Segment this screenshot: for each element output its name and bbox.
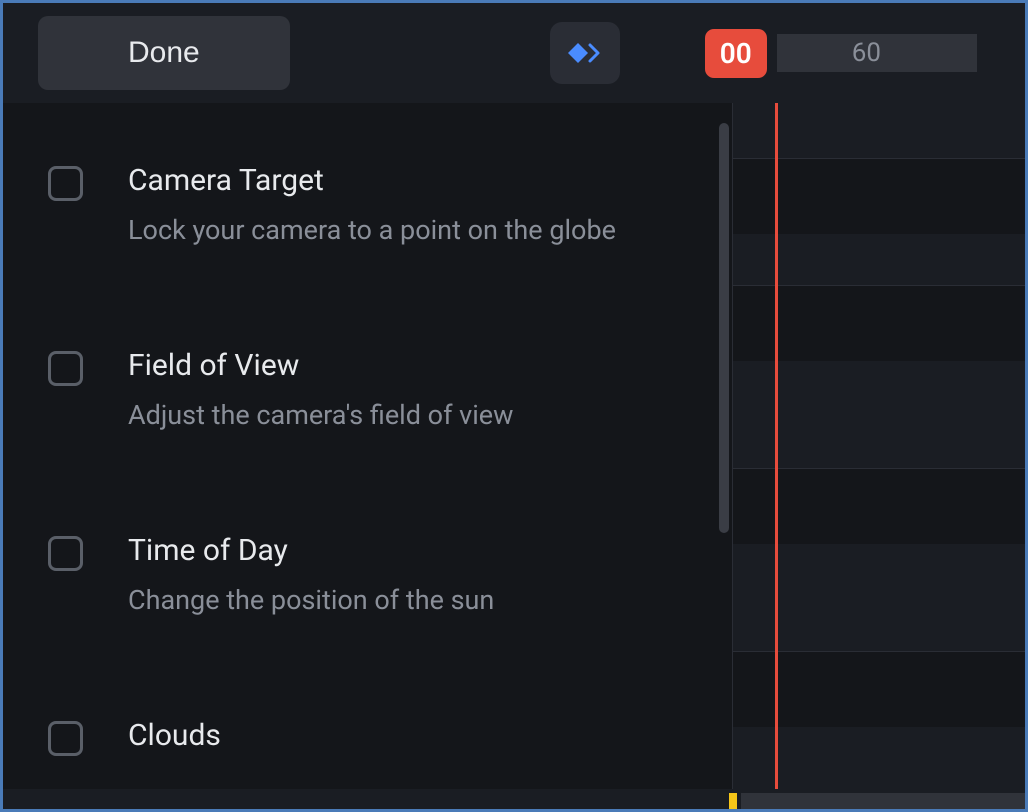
option-clouds: Clouds [48, 718, 687, 768]
footer-scrollbar[interactable] [741, 793, 1025, 809]
option-desc: Change the position of the sun [128, 583, 687, 618]
keyframe-button[interactable] [550, 22, 620, 84]
option-title: Time of Day [128, 533, 687, 568]
time-tick-60: 60 [852, 38, 881, 68]
time-current-marker[interactable]: 00 [705, 29, 767, 78]
playhead[interactable] [775, 103, 778, 789]
checkbox-camera-target[interactable] [48, 166, 83, 201]
option-desc: Adjust the camera's field of view [128, 398, 687, 433]
option-text: Field of View Adjust the camera's field … [128, 348, 687, 433]
scrollbar[interactable] [719, 123, 729, 533]
option-text: Camera Target Lock your camera to a poin… [128, 163, 687, 248]
checkbox-time-of-day[interactable] [48, 536, 83, 571]
timeline-area[interactable] [733, 103, 1025, 789]
keyframe-diamond-icon [568, 41, 602, 65]
app-container: Done 00 60 Camera Target Lock you [3, 3, 1025, 809]
option-field-of-view: Field of View Adjust the camera's field … [48, 348, 687, 433]
option-title: Field of View [128, 348, 687, 383]
options-sidebar: Camera Target Lock your camera to a poin… [3, 103, 733, 789]
done-button[interactable]: Done [38, 16, 290, 90]
checkbox-field-of-view[interactable] [48, 351, 83, 386]
content-area: Camera Target Lock your camera to a poin… [3, 103, 1025, 789]
time-ruler[interactable]: 60 [777, 34, 977, 72]
option-camera-target: Camera Target Lock your camera to a poin… [48, 163, 687, 248]
toolbar: Done 00 60 [3, 3, 1025, 103]
option-title: Camera Target [128, 163, 687, 198]
option-desc: Lock your camera to a point on the globe [128, 213, 687, 248]
footer [3, 789, 1025, 809]
footer-marker [729, 793, 737, 809]
option-time-of-day: Time of Day Change the position of the s… [48, 533, 687, 618]
option-title: Clouds [128, 718, 687, 753]
timeline-header: 00 60 [705, 29, 977, 78]
option-text: Time of Day Change the position of the s… [128, 533, 687, 618]
checkbox-clouds[interactable] [48, 721, 83, 756]
option-text: Clouds [128, 718, 687, 768]
